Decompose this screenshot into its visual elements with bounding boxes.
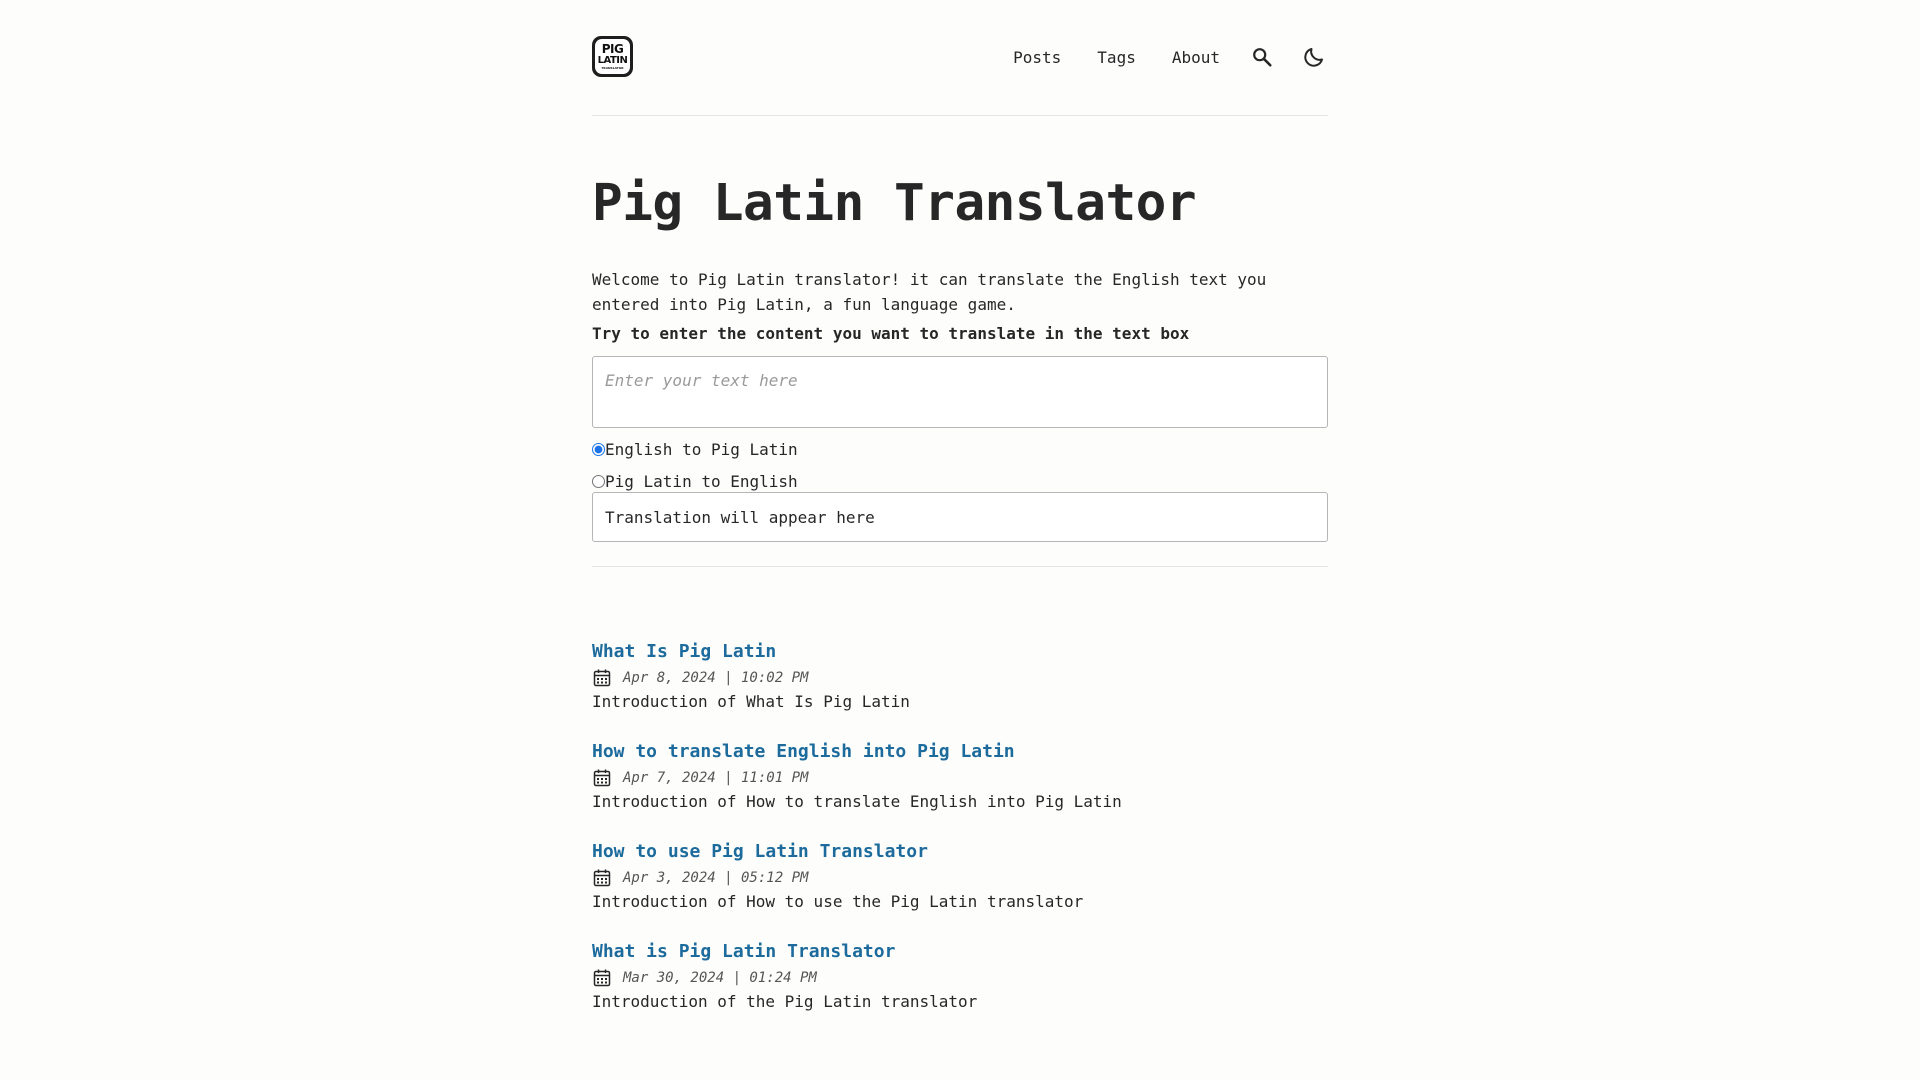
logo-mark: PIG LATIN TRANSLATOR (595, 39, 630, 74)
post-date: Apr 3, 2024 | 05:12 PM (623, 870, 809, 886)
mode-option-english-to-piglatin[interactable]: English to Pig Latin (592, 440, 798, 459)
logo-text-pig: PIG (601, 42, 624, 56)
radio-piglatin-to-english[interactable] (592, 475, 605, 488)
post-item: What Is Pig Latin Apr 8, 2024 | 10:02 PM… (592, 638, 1328, 738)
post-meta: Apr 3, 2024 | 05:12 PM (592, 867, 1328, 889)
text-input[interactable] (592, 356, 1328, 428)
moon-icon[interactable] (1300, 43, 1328, 71)
post-description: Introduction of How to translate English… (592, 792, 1122, 811)
post-description: Introduction of the Pig Latin translator (592, 992, 978, 1011)
calendar-icon (593, 669, 611, 687)
mode-option-piglatin-to-english[interactable]: Pig Latin to English (592, 472, 798, 491)
post-date: Mar 30, 2024 | 01:24 PM (623, 970, 817, 986)
main-nav: Posts Tags About (1013, 40, 1328, 74)
calendar-icon (593, 969, 611, 987)
post-title-link[interactable]: What is Pig Latin Translator (592, 938, 1328, 966)
radio-label[interactable]: English to Pig Latin (605, 440, 798, 459)
page-container: PIG LATIN TRANSLATOR Posts Tags About Pi… (592, 0, 1328, 1011)
post-item: How to use Pig Latin Translator Apr 3, 2… (592, 838, 1328, 938)
intro-text: Welcome to Pig Latin translator! it can … (592, 270, 1267, 314)
post-title-link[interactable]: How to use Pig Latin Translator (592, 838, 1328, 866)
nav-link-tags[interactable]: Tags (1097, 48, 1136, 67)
calendar-icon (593, 769, 611, 787)
instruction-text: Try to enter the content you want to tra… (592, 324, 1190, 343)
nav-link-about[interactable]: About (1172, 48, 1220, 67)
search-icon[interactable] (1248, 43, 1276, 71)
post-title-link[interactable]: What Is Pig Latin (592, 638, 1328, 666)
post-meta: Apr 7, 2024 | 11:01 PM (592, 767, 1328, 789)
post-description: Introduction of What Is Pig Latin (592, 692, 910, 711)
post-description: Introduction of How to use the Pig Latin… (592, 892, 1084, 911)
radio-label[interactable]: Pig Latin to English (605, 472, 798, 491)
logo-text-latin: LATIN (597, 55, 628, 66)
post-item: How to translate English into Pig Latin … (592, 738, 1328, 838)
post-date: Apr 8, 2024 | 10:02 PM (623, 670, 809, 686)
post-item: What is Pig Latin Translator Mar 30, 202… (592, 938, 1328, 1038)
site-header: PIG LATIN TRANSLATOR Posts Tags About (592, 0, 1328, 116)
post-list: What Is Pig Latin Apr 8, 2024 | 10:02 PM… (592, 638, 1328, 1038)
site-logo[interactable]: PIG LATIN TRANSLATOR (592, 36, 633, 77)
page-title: Pig Latin Translator (592, 174, 1197, 233)
post-title-link[interactable]: How to translate English into Pig Latin (592, 738, 1328, 766)
section-divider (592, 566, 1328, 567)
post-date: Apr 7, 2024 | 11:01 PM (623, 770, 809, 786)
logo-text-translator: TRANSLATOR (601, 66, 624, 70)
nav-link-posts[interactable]: Posts (1013, 48, 1061, 67)
post-meta: Mar 30, 2024 | 01:24 PM (592, 967, 1328, 989)
calendar-icon (593, 869, 611, 887)
radio-english-to-piglatin[interactable] (592, 443, 605, 456)
translation-output[interactable]: Translation will appear here (592, 492, 1328, 542)
post-meta: Apr 8, 2024 | 10:02 PM (592, 667, 1328, 689)
